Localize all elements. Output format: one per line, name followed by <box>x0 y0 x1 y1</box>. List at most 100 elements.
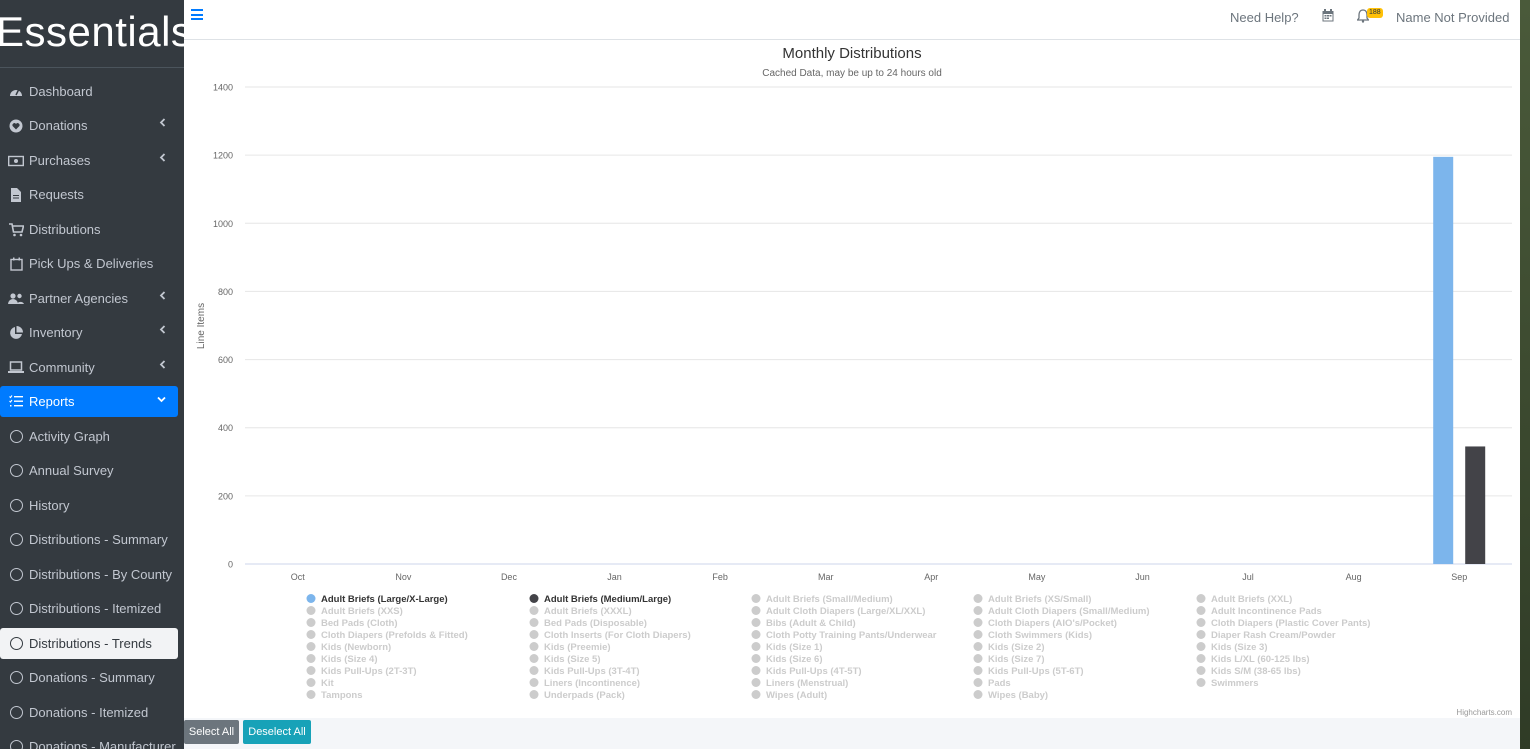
legend-item[interactable]: Adult Briefs (XXXL) <box>529 606 632 617</box>
sidebar-item-inventory[interactable]: Inventory <box>0 317 178 348</box>
legend-item[interactable]: Adult Cloth Diapers (Large/XL/XXL) <box>751 606 926 617</box>
circle-icon <box>8 532 24 548</box>
sidebar-item-distributions-itemized[interactable]: Distributions - Itemized <box>0 593 178 624</box>
y-tick-label: 600 <box>218 355 233 365</box>
legend-item[interactable]: Kids (Size 4) <box>306 654 378 665</box>
dashboard-icon <box>8 84 24 100</box>
need-help-link[interactable]: Need Help? <box>1230 10 1299 25</box>
sidebar-item-pick-ups-deliveries[interactable]: Pick Ups & Deliveries <box>0 248 178 279</box>
x-tick-label: Aug <box>1346 572 1362 582</box>
legend-item[interactable]: Cloth Diapers (Prefolds & Fitted) <box>306 630 468 641</box>
legend-swatch <box>973 618 983 627</box>
legend-item[interactable]: Liners (Incontinence) <box>529 678 641 689</box>
circle-icon <box>8 601 24 617</box>
legend-item[interactable]: Kids Pull-Ups (3T-4T) <box>529 666 640 677</box>
sidebar-item-distributions-by-county[interactable]: Distributions - By County <box>0 559 178 590</box>
sidebar-item-annual-survey[interactable]: Annual Survey <box>0 455 178 486</box>
legend-label: Adult Briefs (XXL) <box>1211 594 1292 605</box>
legend-swatch <box>529 630 539 639</box>
x-tick-label: Jul <box>1242 572 1254 582</box>
calendar-icon <box>8 256 24 272</box>
legend-item[interactable]: Kids Pull-Ups (4T-5T) <box>751 666 862 677</box>
legend-item[interactable]: Liners (Menstrual) <box>751 678 849 689</box>
top-navbar: Need Help? 188 Name Not Provided <box>184 0 1530 40</box>
y-axis-ticks: 0 200 400 600 800 1000 1200 1400 <box>213 83 233 570</box>
deselect-all-button[interactable]: Deselect All <box>243 720 311 744</box>
legend-item[interactable]: Cloth Swimmers (Kids) <box>973 630 1093 641</box>
sidebar-item-donations[interactable]: Donations <box>0 110 178 141</box>
chart-card: Monthly Distributions Cached Data, may b… <box>184 40 1520 718</box>
legend-item[interactable]: Kids (Size 7) <box>973 654 1045 665</box>
legend-item[interactable]: Adult Cloth Diapers (Small/Medium) <box>973 606 1150 617</box>
legend-item[interactable]: Adult Briefs (XS/Small) <box>973 594 1092 605</box>
legend-item[interactable]: Cloth Inserts (For Cloth Diapers) <box>529 630 691 641</box>
legend-item[interactable]: Underpads (Pack) <box>529 690 625 701</box>
legend-item[interactable]: Kids L/XL (60-125 lbs) <box>1196 654 1310 665</box>
sidebar-item-partner-agencies[interactable]: Partner Agencies <box>0 283 178 314</box>
legend-item[interactable]: Adult Briefs (XXL) <box>1196 594 1293 605</box>
legend-item[interactable]: Kids (Preemie) <box>529 642 611 653</box>
user-menu[interactable]: Name Not Provided <box>1396 10 1509 25</box>
legend-item[interactable]: Adult Briefs (Large/X-Large) <box>306 594 448 605</box>
legend-item[interactable]: Kids (Size 6) <box>751 654 823 665</box>
legend-item[interactable]: Adult Incontinence Pads <box>1196 606 1322 617</box>
legend-item[interactable]: Kids (Size 2) <box>973 642 1045 653</box>
legend-item[interactable]: Kids (Size 5) <box>529 654 601 665</box>
legend-item[interactable]: Bibs (Adult & Child) <box>751 618 856 629</box>
legend-label: Kids (Size 4) <box>321 654 378 665</box>
sidebar-item-reports[interactable]: Reports <box>0 386 178 417</box>
legend-item[interactable]: Tampons <box>306 690 363 701</box>
select-all-button[interactable]: Select All <box>184 720 239 744</box>
sidebar-item-dashboard[interactable]: Dashboard <box>0 76 178 107</box>
legend-item[interactable]: Bed Pads (Disposable) <box>529 618 647 629</box>
legend-item[interactable]: Diaper Rash Cream/Powder <box>1196 630 1336 641</box>
legend-item[interactable]: Kids (Newborn) <box>306 642 392 653</box>
legend-item[interactable]: Cloth Diapers (AIO's/Pocket) <box>973 618 1117 629</box>
sidebar-item-requests[interactable]: Requests <box>0 179 178 210</box>
legend-item[interactable]: Wipes (Adult) <box>751 690 828 701</box>
legend-item[interactable]: Kids Pull-Ups (2T-3T) <box>306 666 417 677</box>
x-tick-label: Jan <box>607 572 622 582</box>
sidebar-item-label: Donations <box>29 118 88 133</box>
legend-swatch <box>1196 630 1206 639</box>
bar[interactable] <box>1433 156 1454 564</box>
legend-item[interactable]: Kids (Size 3) <box>1196 642 1268 653</box>
legend-item[interactable]: Cloth Diapers (Plastic Cover Pants) <box>1196 618 1371 629</box>
legend-item[interactable]: Kids S/M (38-65 lbs) <box>1196 666 1301 677</box>
sidebar-item-purchases[interactable]: Purchases <box>0 145 178 176</box>
legend-item[interactable]: Swimmers <box>1196 678 1259 689</box>
sidebar-item-community[interactable]: Community <box>0 352 178 383</box>
chart-credits[interactable]: Highcharts.com <box>1456 708 1512 717</box>
circle-icon <box>8 498 24 514</box>
legend-item[interactable]: Adult Briefs (XXS) <box>306 606 403 617</box>
sidebar-item-donations-summary[interactable]: Donations - Summary <box>0 662 178 693</box>
sidebar-item-label: Reports <box>29 394 75 409</box>
legend-item[interactable]: Pads <box>973 678 1011 689</box>
legend-swatch <box>306 678 316 687</box>
sidebar-item-donations-itemized[interactable]: Donations - Itemized <box>0 697 178 728</box>
legend-item[interactable]: Adult Briefs (Small/Medium) <box>751 594 893 605</box>
legend-swatch <box>1196 678 1206 687</box>
legend-label: Cloth Diapers (Prefolds & Fitted) <box>321 630 468 641</box>
brand-logo[interactable]: Essentials <box>0 0 184 68</box>
sidebar-item-donations-manufacturer[interactable]: Donations - Manufacturer <box>0 731 178 749</box>
calendar-icon[interactable] <box>1322 9 1334 27</box>
sidebar-item-label: Donations - Manufacturer <box>29 739 176 749</box>
sidebar-item-distributions[interactable]: Distributions <box>0 214 178 245</box>
sidebar-item-label: Distributions - Itemized <box>29 601 162 616</box>
bar[interactable] <box>1465 446 1486 564</box>
legend-item[interactable]: Adult Briefs (Medium/Large) <box>529 594 672 605</box>
hamburger-menu-icon[interactable] <box>191 9 203 21</box>
legend-item[interactable]: Cloth Potty Training Pants/Underwear <box>751 630 937 641</box>
legend-item[interactable]: Wipes (Baby) <box>973 690 1049 701</box>
legend-item[interactable]: Kids (Size 1) <box>751 642 823 653</box>
sidebar-item-activity-graph[interactable]: Activity Graph <box>0 421 178 452</box>
sidebar-item-distributions-summary[interactable]: Distributions - Summary <box>0 524 178 555</box>
legend-item[interactable]: Kids Pull-Ups (5T-6T) <box>973 666 1084 677</box>
sidebar-item-history[interactable]: History <box>0 490 178 521</box>
legend-item[interactable]: Bed Pads (Cloth) <box>306 618 398 629</box>
legend-item[interactable]: Kit <box>306 678 335 689</box>
legend-swatch <box>751 642 761 651</box>
sidebar-item-distributions-trends[interactable]: Distributions - Trends <box>0 628 178 659</box>
money-icon <box>8 153 24 169</box>
